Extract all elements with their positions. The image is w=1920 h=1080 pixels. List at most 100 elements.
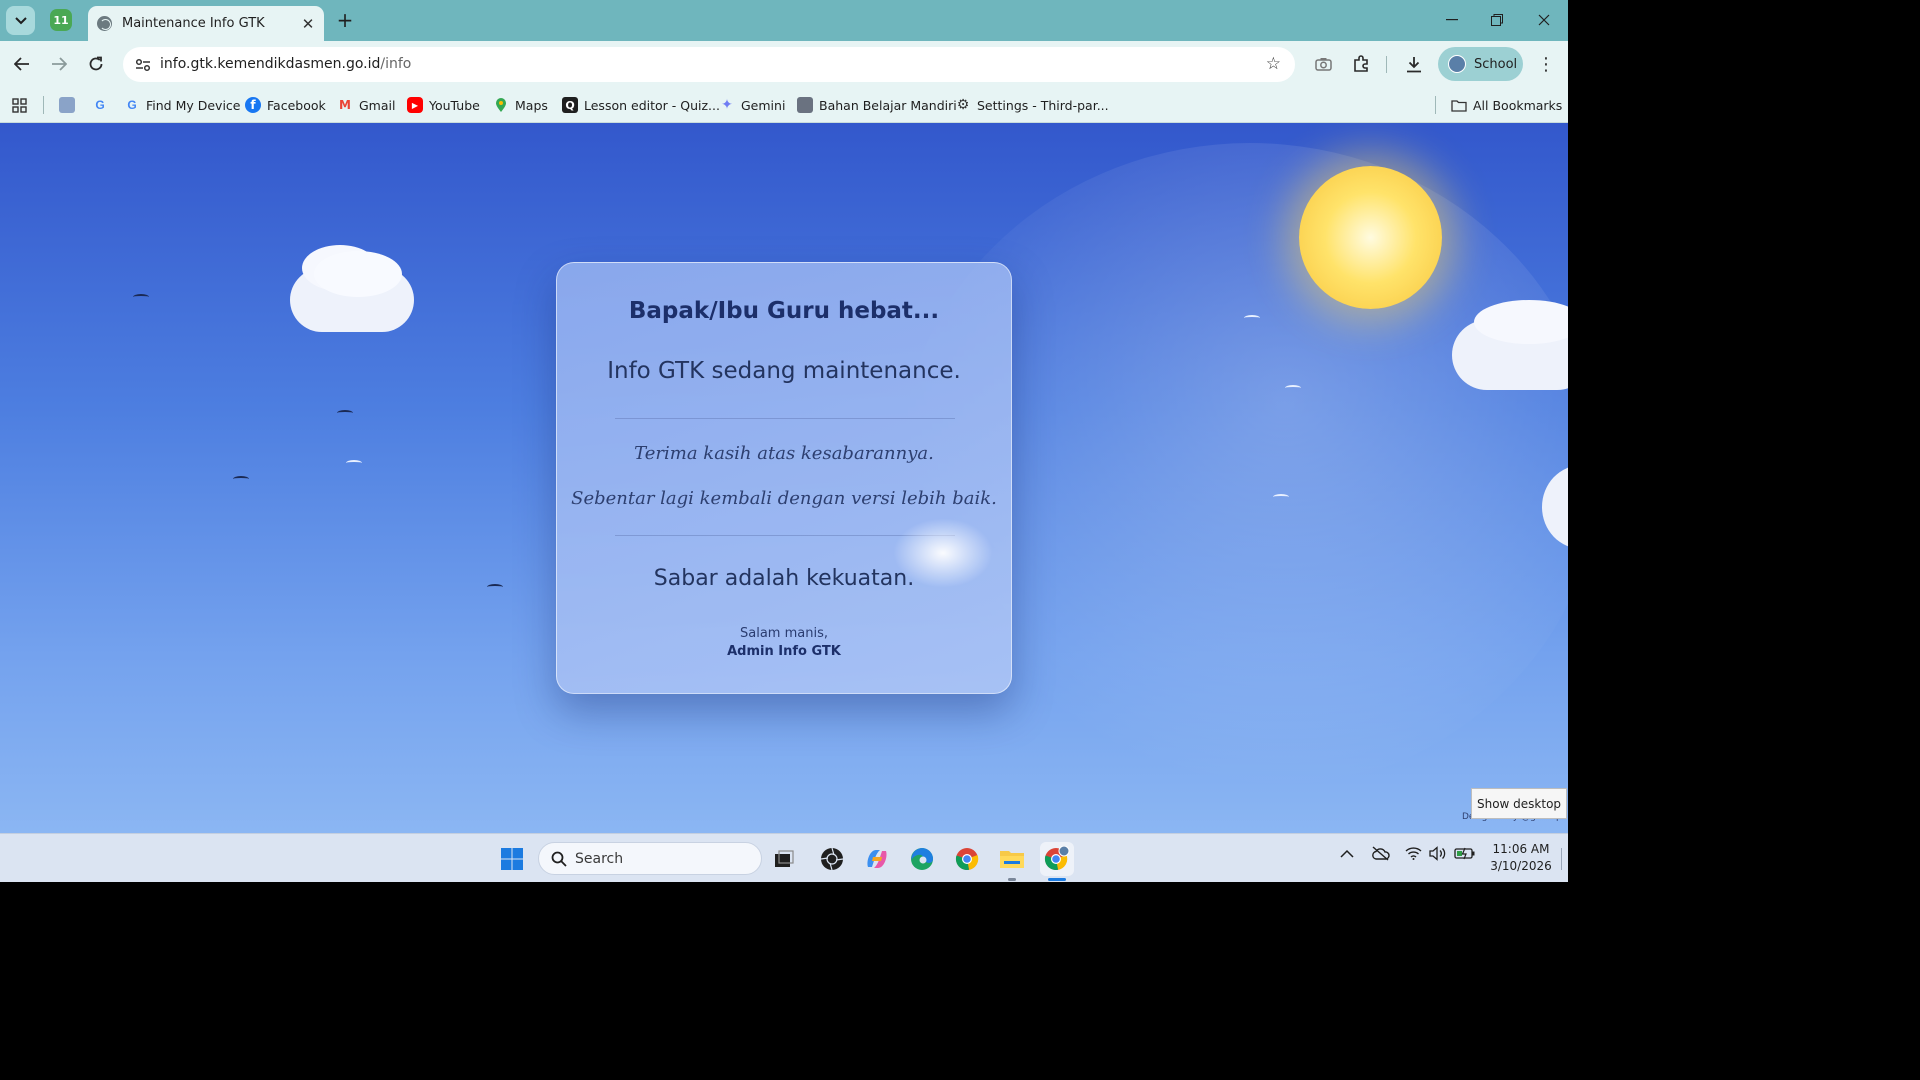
- divider: [615, 418, 955, 419]
- bird-icon: [346, 460, 362, 466]
- bookmark-youtube[interactable]: ▶ YouTube: [407, 94, 480, 116]
- task-view-button[interactable]: [767, 842, 801, 876]
- chevron-down-icon: [14, 16, 27, 24]
- facebook-icon: f: [245, 97, 261, 113]
- bird-icon: [1285, 385, 1301, 391]
- maps-icon: [493, 97, 509, 113]
- taskbar-app-camera[interactable]: [815, 842, 849, 876]
- all-bookmarks-button[interactable]: All Bookmarks: [1451, 94, 1562, 116]
- close-icon[interactable]: ✕: [298, 14, 318, 34]
- bookmarks-bar: G G Find My Device f Facebook M Gmail ▶ …: [0, 87, 1568, 123]
- greeting-text: Salam manis,: [740, 626, 828, 641]
- taskbar-search[interactable]: Search: [538, 842, 762, 875]
- bookmark-gmail[interactable]: M Gmail: [337, 94, 395, 116]
- reload-button[interactable]: [82, 50, 110, 78]
- back-button[interactable]: [8, 50, 36, 78]
- bookmark-separator: [1435, 96, 1436, 114]
- new-tab-button[interactable]: +: [334, 8, 356, 32]
- globe-icon: [97, 16, 112, 31]
- taskbar-clock[interactable]: 11:06 AM 3/10/2026: [1480, 841, 1562, 875]
- document-icon: [797, 97, 813, 113]
- bird-icon: [1273, 494, 1289, 500]
- cloud-right: [1452, 298, 1568, 390]
- tab-title: Maintenance Info GTK: [122, 16, 265, 31]
- arrow-left-icon: [14, 57, 29, 71]
- clock-date: 3/10/2026: [1490, 859, 1552, 873]
- minimize-button[interactable]: [1440, 8, 1464, 32]
- taskbar-app-file-explorer[interactable]: [995, 842, 1029, 876]
- tab-group-chip[interactable]: 11: [50, 9, 72, 31]
- tab-active[interactable]: Maintenance Info GTK ✕: [88, 6, 324, 41]
- profile-button[interactable]: School: [1438, 47, 1523, 81]
- more-menu-icon[interactable]: ⋮: [1536, 52, 1556, 76]
- profile-label: School: [1474, 56, 1518, 72]
- copilot-icon: [867, 850, 887, 868]
- app-running-indicator: [1008, 878, 1016, 881]
- avatar: [1448, 55, 1466, 73]
- bookmark-label: Settings - Third-par...: [977, 97, 1109, 113]
- url-host: info.gtk.kemendikdasmen.go.id: [160, 56, 381, 72]
- bookmark-settings[interactable]: ⚙ Settings - Third-par...: [955, 94, 1109, 116]
- taskbar: Search 11:06 AM 3/10/2026: [0, 833, 1568, 882]
- folder-icon: [1000, 851, 1024, 868]
- cloud-off-icon[interactable]: [1371, 846, 1390, 865]
- restore-button[interactable]: [1485, 8, 1509, 32]
- star-icon[interactable]: ☆: [1266, 54, 1281, 74]
- maintenance-card: Bapak/Ibu Guru hebat... Info GTK sedang …: [556, 262, 1012, 694]
- taskbar-app-edge[interactable]: [905, 842, 939, 876]
- google-icon: G: [127, 98, 137, 112]
- bird-icon: [133, 294, 149, 300]
- edge-icon: [911, 848, 933, 870]
- bookmark-label: Facebook: [267, 97, 326, 113]
- folder-icon: [1451, 97, 1467, 113]
- gear-icon: ⚙: [956, 97, 970, 113]
- download-icon[interactable]: [1402, 52, 1426, 76]
- tab-search-button[interactable]: [6, 6, 35, 35]
- maintenance-page: Bapak/Ibu Guru hebat... Info GTK sedang …: [0, 123, 1568, 833]
- taskbar-app-copilot[interactable]: [860, 842, 894, 876]
- bird-icon: [233, 476, 249, 482]
- volume-icon[interactable]: [1429, 846, 1447, 865]
- bookmark-quizizz[interactable]: Q Lesson editor - Quiz...: [562, 94, 720, 116]
- extensions-icon[interactable]: [1349, 52, 1373, 76]
- browser-titlebar: 11 Maintenance Info GTK ✕ +: [0, 0, 1568, 41]
- apps-button[interactable]: [11, 94, 33, 116]
- battery-icon[interactable]: [1454, 846, 1476, 864]
- bookmark-gemini[interactable]: ✦ Gemini: [719, 94, 785, 116]
- taskbar-search-label: Search: [575, 850, 624, 867]
- aperture-icon: [820, 847, 844, 871]
- bookmark-label: Gemini: [741, 97, 786, 113]
- chrome-icon: [955, 848, 979, 870]
- site-info-icon[interactable]: [130, 52, 156, 78]
- bookmark-facebook[interactable]: f Facebook: [245, 94, 326, 116]
- start-button[interactable]: [495, 842, 529, 876]
- bookmark-label: Lesson editor - Quiz...: [584, 97, 720, 113]
- window-close-button[interactable]: [1532, 8, 1556, 32]
- wifi-icon[interactable]: [1405, 846, 1422, 864]
- show-desktop-button[interactable]: [1561, 848, 1562, 870]
- bookmark-find-my-device[interactable]: G Find My Device: [124, 94, 241, 116]
- bookmark-google[interactable]: G: [92, 94, 114, 116]
- bookmark-label: Find My Device: [146, 97, 241, 113]
- camera-icon[interactable]: [1311, 52, 1335, 76]
- taskbar-app-chrome[interactable]: [950, 842, 984, 876]
- chevron-up-icon[interactable]: [1340, 846, 1354, 862]
- all-bookmarks-label: All Bookmarks: [1473, 97, 1563, 113]
- bookmark-label: Bahan Belajar Mandiri: [819, 97, 957, 113]
- taskbar-app-chrome-active[interactable]: [1040, 842, 1074, 876]
- gmail-icon: M: [339, 98, 351, 112]
- bookmark-label: Maps: [515, 97, 548, 113]
- app-active-indicator: [1048, 878, 1066, 881]
- bookmark-maps[interactable]: Maps: [493, 94, 548, 116]
- forward-button[interactable]: [45, 50, 73, 78]
- url-text: info.gtk.kemendikdasmen.go.id/info: [160, 56, 411, 72]
- bookmark-label: Gmail: [359, 97, 396, 113]
- google-icon: G: [95, 98, 105, 112]
- bird-icon: [337, 410, 353, 416]
- toolbar-divider: [1386, 56, 1387, 73]
- bookmark-bahan-belajar[interactable]: Bahan Belajar Mandiri: [797, 94, 957, 116]
- signature-text: Admin Info GTK: [727, 644, 841, 659]
- maintenance-message: Info GTK sedang maintenance.: [607, 358, 961, 384]
- bookmark-image[interactable]: [59, 94, 81, 116]
- address-bar[interactable]: info.gtk.kemendikdasmen.go.id/info ☆: [123, 47, 1295, 82]
